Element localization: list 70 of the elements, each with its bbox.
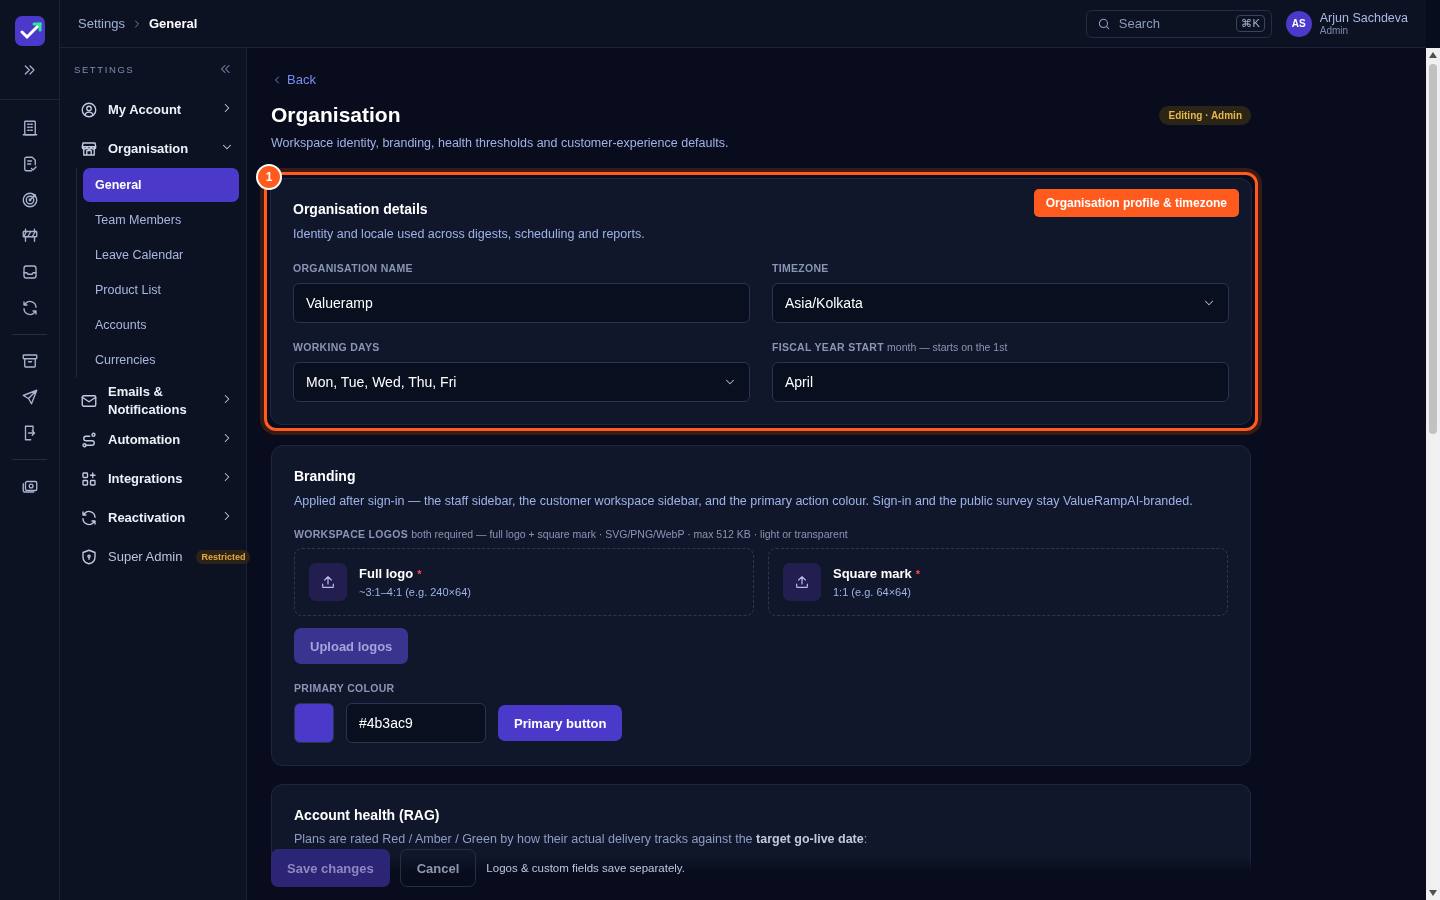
- input-field[interactable]: #4b3ac9: [346, 703, 486, 743]
- sidebar-subitem[interactable]: Leave Calendar: [83, 238, 239, 272]
- footer-note: Logos & custom fields save separately.: [486, 862, 685, 874]
- field-label: FISCAL YEAR START month — starts on the 1st: [772, 340, 1009, 353]
- card-subtitle: Identity and locale used across digests, scheduling and reports.: [293, 226, 646, 243]
- page-subtitle: Workspace identity, branding, health thresholds and customer-experience defaults.: [271, 136, 730, 150]
- refresh-icon: [20, 299, 39, 317]
- sidebar-item[interactable]: Integrations: [74, 459, 246, 498]
- select-field[interactable]: Mon, Tue, Wed, Thu, Fri: [293, 361, 750, 402]
- primary-button-preview[interactable]: Primary button: [498, 705, 623, 741]
- restricted-badge: Restricted: [196, 549, 251, 564]
- upload-tile[interactable]: Full logo * ~3:1–4:1 (e.g. 240×64): [294, 548, 754, 616]
- shield-icon: [80, 547, 98, 566]
- breadcrumb-item[interactable]: Settings: [78, 16, 125, 31]
- input-field[interactable]: Valueramp: [293, 282, 750, 323]
- collapse-icon: [218, 62, 232, 76]
- sidebar-subitem[interactable]: General: [83, 168, 239, 202]
- target-icon: [20, 191, 39, 209]
- apps-grid-icon: [80, 469, 98, 488]
- shortcut-hint: ⌘K: [1236, 15, 1265, 32]
- sidebar-heading: SETTINGS: [74, 63, 135, 75]
- inbox-icon: [20, 263, 39, 281]
- search-icon: [1096, 16, 1111, 31]
- user-circle-icon: [80, 100, 98, 119]
- card-title: Branding: [294, 467, 356, 484]
- editing-badge: Editing · Admin: [1159, 105, 1251, 125]
- sidebar-item[interactable]: Emails & Notifications: [74, 381, 246, 420]
- field-label: WORKSPACE LOGOS both required — full logo + square mark · SVG/PNG/WebP · max 512 KB · light or transparent: [294, 528, 849, 540]
- annotation-label: Organisation profile & timezone: [1033, 189, 1239, 217]
- cancel-button[interactable]: Cancel: [399, 849, 477, 887]
- user-name: Arjun Sachdeva: [1319, 11, 1408, 25]
- card-subtitle: Plans are rated Red / Amber / Green by how their actual delivery tracks against the target go-live date:: [294, 831, 869, 848]
- sidebar-item[interactable]: Super Admin Restricted: [74, 537, 254, 576]
- input-field[interactable]: April: [772, 361, 1229, 402]
- storefront-icon: [80, 139, 98, 158]
- sidebar-item[interactable]: Organisation: [74, 129, 246, 168]
- route-icon: [80, 430, 98, 449]
- field-label: WORKING DAYS: [293, 340, 381, 353]
- page-title: Organisation: [271, 103, 401, 127]
- archive-icon: [20, 352, 39, 370]
- step-marker: 1: [256, 164, 282, 190]
- user-role: Admin: [1319, 25, 1350, 36]
- sidebar-subitem[interactable]: Accounts: [83, 308, 239, 342]
- field-label: ORGANISATION NAME: [293, 261, 414, 274]
- card-title: Account health (RAG): [294, 807, 440, 823]
- building-icon: [20, 119, 39, 137]
- breadcrumb-item: General: [149, 16, 198, 31]
- field-label: TIMEZONE: [772, 261, 830, 274]
- send-icon: [20, 388, 39, 406]
- refresh-icon: [80, 508, 98, 527]
- scroll-up-icon[interactable]: [1429, 52, 1437, 58]
- sidebar-subitem[interactable]: Product List: [83, 273, 239, 307]
- scroll-down-icon[interactable]: [1429, 890, 1437, 896]
- sidebar-item[interactable]: Automation: [74, 420, 246, 459]
- field-label: PRIMARY COLOUR: [294, 682, 396, 694]
- sidebar-subitem[interactable]: Currencies: [83, 343, 239, 377]
- barrier-icon: [20, 227, 39, 245]
- sidebar-item[interactable]: Reactivation: [74, 498, 246, 537]
- select-field[interactable]: Asia/Kolkata: [772, 282, 1229, 323]
- sidebar-item[interactable]: My Account: [74, 90, 246, 129]
- back-link[interactable]: Back: [271, 72, 316, 87]
- user-avatar[interactable]: AS: [1285, 10, 1312, 37]
- scrollbar-thumb[interactable]: [1429, 64, 1437, 434]
- card-title: Organisation details: [293, 201, 428, 217]
- card-subtitle: Applied after sign-in — the staff sidebar, the customer workspace sidebar, and the primary action colour. Sign-in and the public survey stay ValueRampAI-branded.: [294, 492, 1194, 510]
- colour-swatch[interactable]: [294, 703, 334, 743]
- app-logo[interactable]: [14, 16, 45, 46]
- search-field[interactable]: Search ⌘K: [1085, 9, 1272, 38]
- upload-tile[interactable]: Square mark * 1:1 (e.g. 64×64): [768, 548, 1228, 616]
- sidebar-subitem[interactable]: Team Members: [83, 203, 239, 237]
